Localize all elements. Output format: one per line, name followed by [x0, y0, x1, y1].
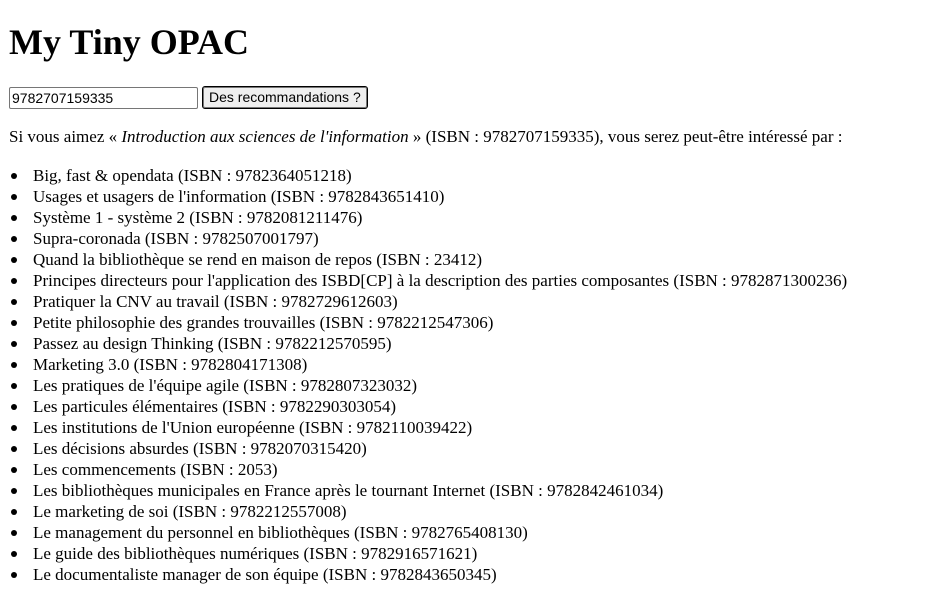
source-book-title: Introduction aux sciences de l'informati…: [121, 127, 409, 146]
recommendation-item: Les institutions de l'Union européenne (…: [10, 417, 847, 438]
recommendation-item: Quand la bibliothèque se rend en maison …: [10, 249, 847, 270]
recommendation-item: Petite philosophie des grandes trouvaill…: [10, 312, 847, 333]
recommendation-item: Les pratiques de l'équipe agile (ISBN : …: [10, 375, 847, 396]
recommendation-item: Usages et usagers de l'information (ISBN…: [10, 186, 847, 207]
recommendation-item: Big, fast & opendata (ISBN : 97823640512…: [10, 165, 847, 186]
recommendation-item: Les commencements (ISBN : 2053): [10, 459, 847, 480]
recommendation-item: Passez au design Thinking (ISBN : 978221…: [10, 333, 847, 354]
recommendation-item: Le documentaliste manager de son équipe …: [10, 564, 847, 585]
recommendation-intro: Si vous aimez « Introduction aux science…: [9, 126, 843, 147]
recommendation-item: Les particules élémentaires (ISBN : 9782…: [10, 396, 847, 417]
recommendation-item: Pratiquer la CNV au travail (ISBN : 9782…: [10, 291, 847, 312]
intro-suffix: » (ISBN : 9782707159335), vous serez peu…: [408, 127, 843, 146]
recommendations-button[interactable]: Des recommandations ?: [202, 86, 368, 109]
recommendation-item: Le marketing de soi (ISBN : 978221255700…: [10, 501, 847, 522]
recommendation-item: Système 1 - système 2 (ISBN : 9782081211…: [10, 207, 847, 228]
recommendation-item: Les décisions absurdes (ISBN : 978207031…: [10, 438, 847, 459]
recommendation-item: Le guide des bibliothèques numériques (I…: [10, 543, 847, 564]
recommendation-item: Principes directeurs pour l'application …: [10, 271, 848, 290]
page-title: My Tiny OPAC: [9, 22, 250, 62]
isbn-search-form: Des recommandations ?: [9, 86, 368, 109]
recommendation-item: Marketing 3.0 (ISBN : 9782804171308): [10, 354, 847, 375]
isbn-input[interactable]: [9, 86, 198, 109]
recommendation-item: Le management du personnel en bibliothèq…: [10, 522, 847, 543]
recommendation-list: Big, fast & opendata (ISBN : 97823640512…: [9, 165, 847, 585]
recommendation-item: Les bibliothèques municipales en France …: [10, 480, 847, 501]
intro-prefix: Si vous aimez «: [9, 127, 122, 146]
recommendation-item: Supra-coronada (ISBN : 9782507001797): [10, 228, 847, 249]
